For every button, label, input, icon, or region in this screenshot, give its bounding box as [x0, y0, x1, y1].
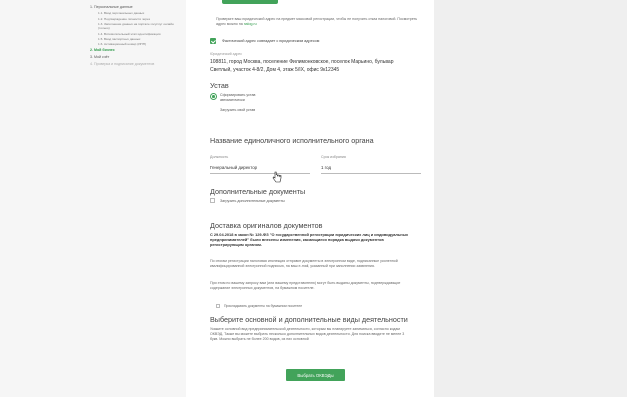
sidebar-item[interactable]: 1.6. Активационный номер (ИНН)	[90, 42, 186, 46]
extra-docs-heading: Дополнительные документы	[210, 187, 306, 196]
nalog-link[interactable]: nalog.ru	[244, 22, 257, 26]
okved-description: Укажите основной вид предпринимательской…	[210, 327, 405, 342]
upload-icon	[210, 198, 215, 203]
main-form-panel: Проверьте ваш юридический адрес на предм…	[186, 0, 434, 397]
delivery-paragraph-1: По итогам регистрации налоговая инспекци…	[210, 259, 398, 269]
term-label: Срок избрания	[321, 155, 346, 159]
choose-okved-button[interactable]: Выбрать ОКВЭДы	[286, 369, 345, 381]
sidebar-item[interactable]: 1.3. Заполнение данных на портале госусл…	[90, 22, 186, 30]
upload-extra-docs[interactable]: Загрузить дополнительные документы	[210, 198, 285, 203]
ustav-upload-label[interactable]: Загрузить свой устав	[220, 108, 260, 113]
law-notice: С 29.04.2018 в закон № 129-ФЗ "О государ…	[210, 232, 409, 248]
sidebar-item[interactable]: 3. Мой счёт	[90, 55, 186, 60]
position-label: Должность	[210, 155, 229, 159]
position-select[interactable]: Генеральный директор	[210, 165, 310, 174]
sidebar-item[interactable]: 1. Персональные данные	[90, 5, 186, 10]
hand-cursor-icon	[272, 171, 282, 183]
executive-heading: Название единоличного исполнительного ор…	[210, 136, 374, 145]
sidebar-nav: 1. Персональные данные 1.1. Ввод персонал…	[90, 3, 186, 67]
mass-registration-note: Проверьте ваш юридический адрес на предм…	[216, 17, 422, 27]
fact-address-checkbox-row[interactable]: Фактический адрес совпадает с юридически…	[210, 38, 319, 44]
paper-docs-checkbox[interactable]	[216, 304, 220, 308]
ustav-heading: Устав	[210, 81, 229, 90]
address-value: 108811, город Москва, поселение Филимонк…	[210, 59, 394, 73]
sidebar-item[interactable]: 1.2. Подтверждение личности через	[90, 17, 186, 21]
paper-docs-checkbox-row[interactable]: Прикладывать документы на бумажном носит…	[216, 304, 302, 308]
delivery-heading: Доставка оригиналов документов	[210, 221, 323, 230]
upload-extra-docs-label: Загрузить дополнительные документы	[220, 198, 285, 203]
sidebar-item[interactable]: 2. Мой бизнес	[90, 48, 186, 53]
ustav-auto-radio[interactable]	[210, 93, 217, 100]
right-panel	[434, 0, 627, 397]
checkbox-checked-icon[interactable]	[210, 38, 216, 44]
paper-docs-checkbox-label: Прикладывать документы на бумажном носит…	[224, 304, 303, 308]
okved-heading: Выберите основной и дополнительные виды …	[210, 315, 408, 324]
sidebar-item[interactable]: 1.4. Вспомогательный этап идентификации	[90, 32, 186, 36]
left-panel: 1. Персональные данные 1.1. Ввод персонал…	[0, 0, 186, 397]
fact-address-checkbox-label: Фактический адрес совпадает с юридически…	[222, 39, 320, 43]
top-button-stub[interactable]	[222, 0, 278, 4]
delivery-paragraph-2: При этом по вашему запросу вам (или ваше…	[210, 281, 401, 291]
sidebar-item[interactable]: 1.1. Ввод персональных данных	[90, 11, 186, 15]
sidebar-item[interactable]: 1.5. Ввод паспортных данных	[90, 37, 186, 41]
ustav-auto-label[interactable]: Сформировать устав автоматически	[220, 93, 260, 102]
address-label: Юридический адрес	[210, 52, 242, 56]
sidebar-item[interactable]: 4. Проверка и подписание документов	[90, 62, 186, 67]
term-select[interactable]: 1 год	[321, 165, 421, 174]
